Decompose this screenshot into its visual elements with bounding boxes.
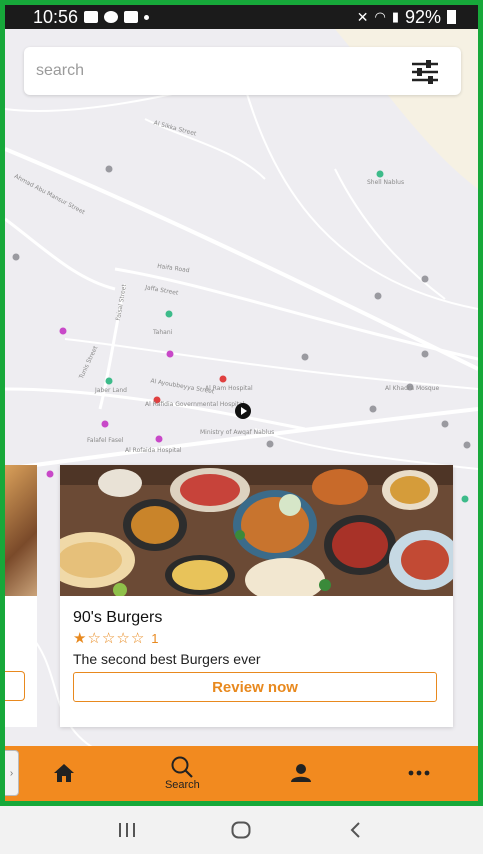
- more-notifications-icon: [144, 14, 150, 20]
- star-empty-icon: ☆: [130, 630, 145, 647]
- status-time: 10:56: [33, 6, 79, 27]
- status-bar: 10:56 ✕ ◠ ▮ 92%: [5, 5, 478, 29]
- filter-sliders-icon[interactable]: [410, 59, 440, 85]
- nav-profile[interactable]: [242, 746, 360, 801]
- gallery-notification-icon: [84, 11, 99, 23]
- star-empty-icon: ☆: [87, 630, 101, 647]
- restaurant-photo: [5, 465, 37, 596]
- map-label: Falafel Fasel: [87, 437, 124, 444]
- map-label: Al Ram Hospital: [205, 385, 253, 392]
- back-chevron-icon: [350, 822, 360, 838]
- recent-apps-button[interactable]: [107, 815, 147, 845]
- map-label: Al Khadra Mosque: [385, 385, 440, 392]
- back-button[interactable]: [336, 815, 376, 845]
- more-icon: [408, 770, 430, 776]
- system-navigation-bar: [0, 806, 483, 854]
- bottom-navigation: Search: [5, 746, 478, 801]
- current-location-marker[interactable]: [235, 403, 251, 419]
- star-empty-icon: ☆: [101, 630, 116, 647]
- star-empty-icon: ☆: [116, 630, 130, 647]
- home-button[interactable]: [221, 815, 261, 845]
- video-notification-icon: [124, 11, 139, 23]
- restaurant-card[interactable]: 90's Burgers ★ ☆ ☆ ☆ ☆ 1 The second best…: [60, 465, 453, 727]
- battery-icon: [447, 10, 456, 24]
- map-label: Tahani: [153, 329, 173, 336]
- map-label: Ministry of Awqaf Nablus: [200, 429, 275, 436]
- restaurant-photo: [60, 465, 453, 596]
- search-input[interactable]: [36, 59, 386, 83]
- nav-more[interactable]: [360, 746, 478, 801]
- nav-search[interactable]: Search: [123, 746, 241, 801]
- star-rating: ★ ☆ ☆ ☆ ☆ 1: [73, 631, 159, 646]
- mute-icon: ✕: [356, 8, 369, 25]
- nav-search-label: Search: [164, 779, 200, 791]
- profile-icon: [290, 764, 311, 782]
- wifi-icon: ◠: [374, 9, 386, 24]
- search-bar: [24, 47, 461, 95]
- home-circle-icon: [231, 821, 251, 839]
- restaurant-name: 90's Burgers: [73, 609, 163, 626]
- map-label: Al Rofaida Hospital: [125, 447, 182, 454]
- chevron-right-icon: ›: [9, 767, 14, 779]
- battery-level: 92%: [404, 6, 441, 27]
- recent-apps-icon: [119, 823, 136, 837]
- previous-restaurant-card[interactable]: [5, 465, 37, 727]
- restaurant-description: The second best Burgers ever: [73, 651, 261, 667]
- signal-icon: ▮: [391, 9, 399, 24]
- review-button[interactable]: [5, 671, 25, 701]
- review-now-button[interactable]: Review now: [73, 672, 437, 702]
- rating-count: 1: [151, 631, 159, 646]
- app-notification-icon: [104, 11, 119, 23]
- map-label: Shell Nablus: [367, 179, 405, 186]
- home-icon: [54, 764, 75, 782]
- map-label: Al Rafidia Governmental Hospital: [145, 401, 245, 408]
- map-label: Jaber Land: [95, 387, 127, 394]
- drawer-handle[interactable]: ›: [5, 750, 19, 796]
- app-frame: 10:56 ✕ ◠ ▮ 92% Al Sikka Street Haifa Ro…: [0, 0, 483, 806]
- nav-home[interactable]: [5, 746, 123, 801]
- star-filled-icon: ★: [73, 630, 87, 647]
- search-icon: [171, 756, 194, 778]
